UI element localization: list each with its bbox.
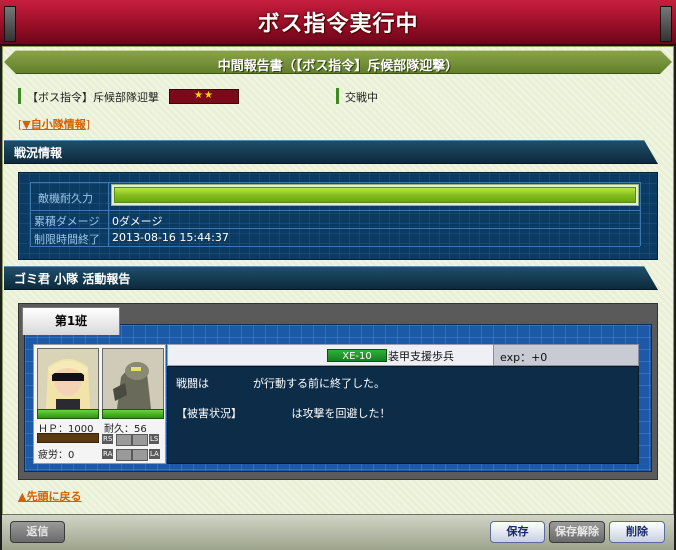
slot-rs-2[interactable] (132, 434, 148, 446)
pilot-hp-gauge (37, 409, 99, 419)
bracket-close: ] (85, 118, 91, 131)
delete-button[interactable]: 削除 (609, 521, 665, 543)
battle-log: 戦闘は が行動する前に終了した。 【被害状況】 は攻撃を回避した！ (167, 366, 639, 464)
pilot-avatar-icon (38, 349, 98, 409)
own-squad-link[interactable]: ▼自小隊情報 (22, 118, 85, 131)
reply-button[interactable]: 返信 (10, 521, 65, 543)
battle-log-line-1: 戦闘は が行動する前に終了した。 (176, 377, 385, 390)
battle-log-line-2: 【被害状況】 は攻撃を回避した！ (176, 407, 391, 420)
mission-state: 交戦中 (345, 91, 378, 104)
unit-card: ＨＰ：1000 耐久：56 疲労：0 RS LS RA LA (33, 344, 166, 464)
status-grid-line (640, 182, 641, 246)
back-to-top-link[interactable]: ▲先頭に戻る (18, 488, 81, 504)
battle-status-title: 戦況情報 (14, 146, 63, 160)
enemy-hp-label: 敵機耐久力 (38, 192, 93, 205)
exp-box: exp：+0 (493, 344, 639, 366)
report-title: 中間報告書（【ボス指令】斥候部隊迎撃） (217, 59, 459, 74)
mission-name: 【ボス指令】斥候部隊迎撃 (27, 91, 159, 104)
slot-ra-1[interactable] (116, 449, 132, 461)
top-banner: ボス指令実行中 (0, 0, 676, 46)
slot-rs-1[interactable] (116, 434, 132, 446)
save-button[interactable]: 保存 (490, 521, 545, 543)
difficulty-stars: ★★ (169, 89, 239, 104)
activity-report-title: ゴミ君 小隊 活動報告 (14, 272, 131, 286)
slot-rs-label: RS (102, 434, 114, 444)
unit-code-badge: XE-10 (327, 349, 387, 362)
enemy-hp-gauge-fill (114, 187, 636, 203)
time-limit-value: 2013-08-16 15:44:37 (112, 231, 229, 244)
damage-value: 0ダメージ (112, 215, 163, 228)
banner-title: ボス指令実行中 (257, 12, 419, 37)
mech-portrait[interactable] (102, 348, 164, 410)
tab-team-1[interactable]: 第1班 (22, 307, 120, 335)
status-grid-line (30, 210, 640, 211)
slot-la-label: LA (149, 449, 160, 459)
report-title-bar: 中間報告書（【ボス指令】斥候部隊迎撃） (4, 50, 672, 74)
damage-label: 累積ダメージ (34, 215, 100, 228)
unsave-button[interactable]: 保存解除 (549, 521, 605, 543)
own-squad-link-wrapper: [▼自小隊情報] (18, 116, 90, 132)
state-marker (336, 88, 339, 104)
status-grid-line (108, 182, 109, 246)
enemy-hp-gauge (111, 184, 639, 206)
battle-status-header: 戦況情報 (4, 140, 658, 164)
pilot-fatigue-gauge (37, 433, 99, 443)
mech-icon (103, 349, 163, 409)
status-grid-line (30, 246, 640, 247)
slot-ra-2[interactable] (132, 449, 148, 461)
status-grid-line (30, 182, 640, 183)
pilot-fatigue: 疲労：0 (38, 450, 75, 461)
unit-type: 装甲支援歩兵 (388, 350, 454, 363)
activity-report-header: ゴミ君 小隊 活動報告 (4, 266, 658, 290)
time-limit-label: 制限時間終了 (34, 233, 100, 246)
mission-marker (18, 88, 21, 104)
slot-ra-label: RA (102, 449, 114, 459)
status-grid-line (30, 182, 31, 246)
mech-durability: 耐久：56 (104, 424, 147, 435)
slot-ls-label: LS (149, 434, 160, 444)
exp-value: exp：+0 (500, 351, 548, 364)
pilot-portrait[interactable] (37, 348, 99, 410)
mech-durability-gauge (102, 409, 164, 419)
